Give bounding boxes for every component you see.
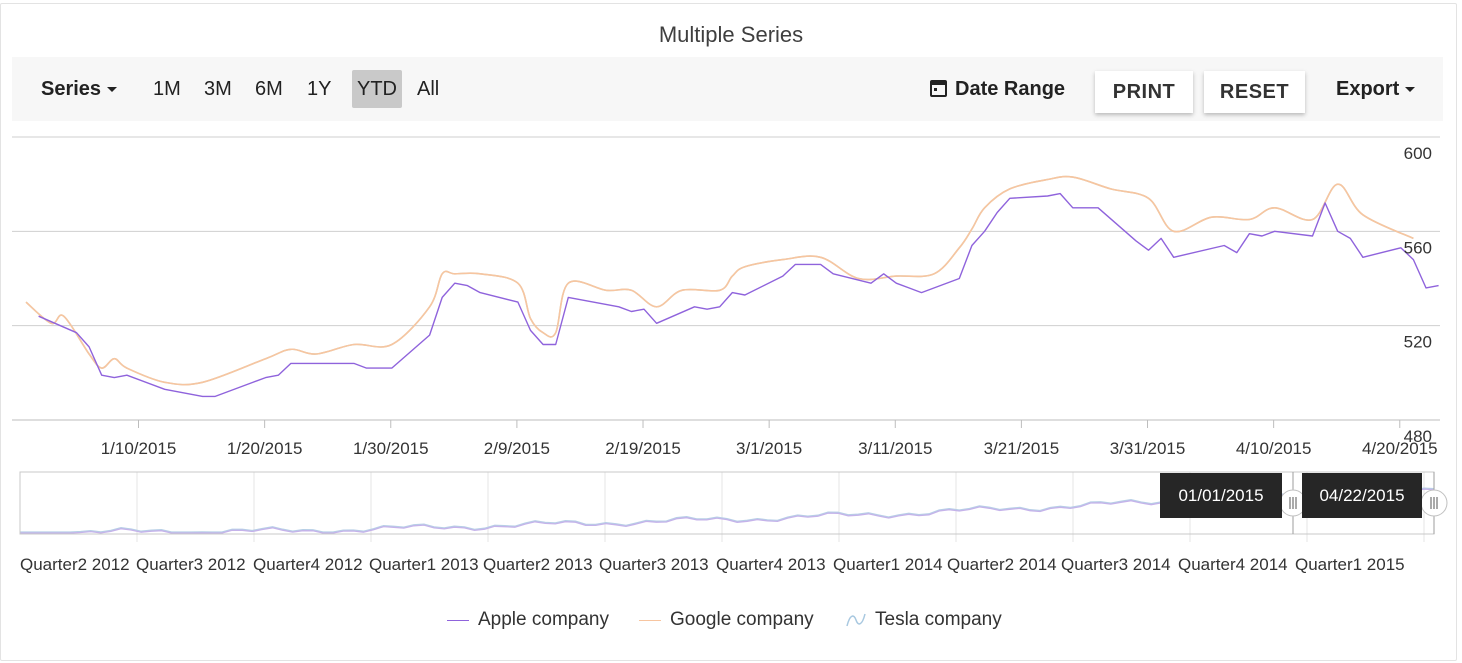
- legend-label: Tesla company: [875, 609, 1002, 630]
- x-tick-label: 2/9/2015: [484, 439, 550, 458]
- legend-item-tesla[interactable]: Tesla company: [845, 609, 1002, 631]
- y-tick-label: 600: [1404, 144, 1432, 163]
- x-tick-label: 1/10/2015: [101, 439, 177, 458]
- x-tick-label: 1/30/2015: [353, 439, 429, 458]
- navigator-axis-label: Quarter3 2014: [1061, 555, 1171, 574]
- navigator-axis-label: Quarter1 2013: [369, 555, 479, 574]
- navigator-axis-label: Quarter3 2012: [136, 555, 246, 574]
- main-chart-area: 4805205606001/10/2015 1/20/2015 1/30/2015 2…: [12, 136, 1440, 458]
- x-tick-label: 2/19/2015: [605, 439, 681, 458]
- navigator-axis-label: Quarter4 2013: [716, 555, 826, 574]
- line-icon: [447, 619, 469, 621]
- navigator-axis-label: Quarter3 2013: [599, 555, 709, 574]
- line-icon: [639, 619, 661, 621]
- x-tick-label: 1/20/2015: [227, 439, 303, 458]
- legend-label: Apple company: [478, 609, 609, 630]
- navigator-axis-label: Quarter2 2012: [20, 555, 130, 574]
- y-tick-label: 520: [1404, 333, 1432, 352]
- navigator-axis-label: Quarter4 2012: [253, 555, 363, 574]
- y-tick-label: 560: [1404, 238, 1432, 257]
- navigator-axis-label: Quarter1 2015: [1295, 555, 1405, 574]
- navigator-axis-label: Quarter2 2014: [947, 555, 1057, 574]
- navigator-axis-label: Quarter4 2014: [1178, 555, 1288, 574]
- navigator-axis-label: Quarter2 2013: [483, 555, 593, 574]
- x-tick-label: 4/20/2015: [1362, 439, 1438, 458]
- legend-item-google[interactable]: Google company: [639, 609, 814, 631]
- series-line-google: [25, 175, 1414, 386]
- legend-item-apple[interactable]: Apple company: [447, 609, 609, 631]
- range-end-tooltip: 04/22/2015: [1302, 473, 1422, 518]
- x-tick-label: 3/21/2015: [984, 439, 1060, 458]
- legend-label: Google company: [670, 609, 814, 630]
- x-tick-label: 3/11/2015: [858, 439, 932, 458]
- navigator-axis-label: Quarter1 2014: [833, 555, 943, 574]
- series-line-tesla: [25, 175, 1414, 386]
- x-tick-label: 4/10/2015: [1236, 439, 1312, 458]
- spline-icon: [846, 613, 866, 627]
- x-tick-label: 3/31/2015: [1110, 439, 1186, 458]
- x-tick-label: 3/1/2015: [736, 439, 802, 458]
- range-start-tooltip: 01/01/2015: [1160, 473, 1282, 518]
